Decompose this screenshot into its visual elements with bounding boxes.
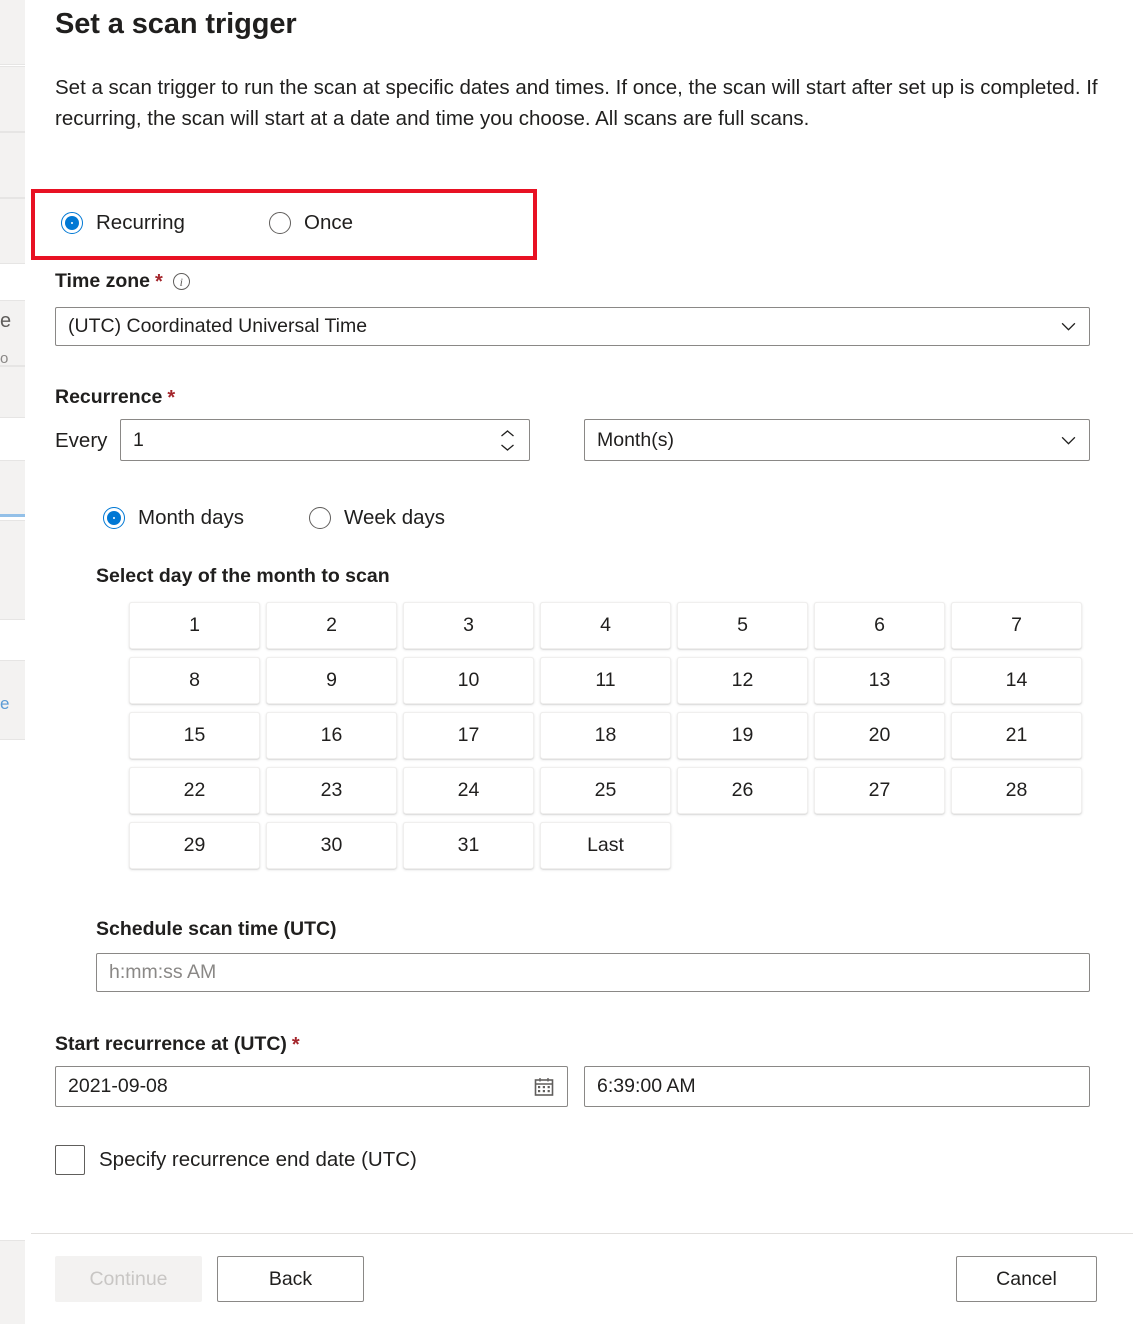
recurrence-interval-spinner[interactable]: 1 [120, 419, 530, 461]
day-cell[interactable]: 13 [814, 657, 945, 704]
continue-button[interactable]: Continue [55, 1256, 202, 1302]
info-icon[interactable]: i [172, 273, 190, 290]
time-zone-dropdown[interactable]: (UTC) Coordinated Universal Time [55, 307, 1090, 346]
day-cell[interactable]: 31 [403, 822, 534, 869]
specify-end-date-label: Specify recurrence end date (UTC) [99, 1148, 417, 1171]
calendar-icon[interactable] [533, 1076, 555, 1098]
day-cell[interactable]: 14 [951, 657, 1082, 704]
page-description: Set a scan trigger to run the scan at sp… [55, 76, 1098, 130]
radio-dot-icon [103, 507, 125, 529]
day-cell[interactable]: 16 [266, 712, 397, 759]
day-cell[interactable]: 12 [677, 657, 808, 704]
day-cell[interactable]: 8 [129, 657, 260, 704]
panel-body: Set a scan trigger Set a scan trigger to… [31, 0, 1133, 1233]
recurrence-unit-value: Month(s) [597, 428, 674, 451]
required-asterisk: * [291, 1033, 300, 1056]
required-asterisk: * [155, 270, 163, 293]
day-cell[interactable]: 20 [814, 712, 945, 759]
radio-once[interactable]: Once [269, 211, 353, 235]
chevron-down-icon [1060, 432, 1077, 449]
specify-end-date-checkbox[interactable]: Specify recurrence end date (UTC) [55, 1145, 417, 1175]
radio-once-label: Once [304, 211, 353, 234]
day-cell[interactable]: 2 [266, 602, 397, 649]
day-cell[interactable]: 11 [540, 657, 671, 704]
screen-root: e o e Set a scan trigger Set a scan trig… [0, 0, 1133, 1324]
radio-dot-icon [269, 212, 291, 234]
day-cell[interactable]: 18 [540, 712, 671, 759]
chevron-down-icon [500, 444, 514, 451]
day-cell[interactable]: Last [540, 822, 671, 869]
chevron-up-icon [500, 429, 514, 436]
recurrence-label-text: Recurrence [55, 386, 163, 408]
start-recurrence-label-text: Start recurrence at (UTC) [55, 1033, 287, 1055]
scan-trigger-panel: Set a scan trigger Set a scan trigger to… [31, 0, 1133, 1324]
radio-month-days-label: Month days [138, 506, 244, 529]
month-days-heading: Select day of the month to scan [96, 565, 390, 587]
start-recurrence-label: Start recurrence at (UTC) * [55, 1033, 300, 1056]
schedule-scan-time-label: Schedule scan time (UTC) [96, 918, 337, 940]
day-cell[interactable]: 10 [403, 657, 534, 704]
schedule-scan-time-placeholder: h:mm:ss AM [109, 961, 217, 983]
day-cell[interactable]: 23 [266, 767, 397, 814]
radio-dot-icon [61, 212, 83, 234]
day-cell[interactable]: 25 [540, 767, 671, 814]
required-asterisk: * [167, 386, 176, 409]
radio-dot-icon [309, 507, 331, 529]
time-zone-label-text: Time zone [55, 270, 150, 292]
radio-week-days[interactable]: Week days [309, 506, 445, 530]
day-cell[interactable]: 19 [677, 712, 808, 759]
background-page-strip: e o e [0, 0, 31, 1324]
recurrence-label: Recurrence * [55, 386, 175, 409]
background-text-fragment: e [0, 310, 12, 332]
start-recurrence-date-value: 2021-09-08 [68, 1075, 168, 1097]
day-cell[interactable]: 21 [951, 712, 1082, 759]
checkbox-box-icon [55, 1145, 85, 1175]
dialog-footer: Continue Back Cancel [31, 1233, 1133, 1324]
day-cell[interactable]: 7 [951, 602, 1082, 649]
day-cell[interactable]: 24 [403, 767, 534, 814]
day-cell[interactable]: 29 [129, 822, 260, 869]
day-cell[interactable]: 3 [403, 602, 534, 649]
spinner-arrows[interactable] [497, 429, 517, 452]
recurrence-unit-dropdown[interactable]: Month(s) [584, 419, 1090, 461]
time-zone-value: (UTC) Coordinated Universal Time [68, 315, 368, 337]
radio-week-days-label: Week days [344, 506, 446, 529]
background-link-fragment[interactable]: e [0, 694, 26, 714]
start-recurrence-time-value: 6:39:00 AM [597, 1075, 696, 1097]
start-recurrence-time-input[interactable]: 6:39:00 AM [584, 1066, 1090, 1107]
day-cell[interactable]: 28 [951, 767, 1082, 814]
day-cell[interactable]: 15 [129, 712, 260, 759]
day-cell[interactable]: 9 [266, 657, 397, 704]
day-cell[interactable]: 1 [129, 602, 260, 649]
day-cell[interactable]: 26 [677, 767, 808, 814]
day-cell[interactable]: 22 [129, 767, 260, 814]
day-cell[interactable]: 5 [677, 602, 808, 649]
day-cell[interactable]: 4 [540, 602, 671, 649]
radio-recurring-label: Recurring [96, 211, 185, 234]
chevron-down-icon [1060, 318, 1077, 335]
day-cell[interactable]: 17 [403, 712, 534, 759]
every-label: Every [55, 429, 108, 452]
back-button[interactable]: Back [217, 1256, 364, 1302]
background-divider [0, 514, 26, 517]
recurrence-interval-value: 1 [133, 428, 144, 451]
page-title: Set a scan trigger [55, 8, 297, 40]
day-cell[interactable]: 27 [814, 767, 945, 814]
radio-recurring[interactable]: Recurring [61, 211, 185, 235]
start-recurrence-date-input[interactable]: 2021-09-08 [55, 1066, 568, 1107]
background-text-fragment: o [0, 350, 9, 367]
day-cell[interactable]: 6 [814, 602, 945, 649]
day-cell[interactable]: 30 [266, 822, 397, 869]
month-day-grid: 1 2 3 4 5 6 7 8 9 10 11 12 13 14 15 16 17 18 19 20 21 22 23 24 2… [126, 598, 1082, 873]
cancel-button[interactable]: Cancel [956, 1256, 1097, 1302]
radio-month-days[interactable]: Month days [103, 506, 244, 530]
schedule-scan-time-input[interactable]: h:mm:ss AM [96, 953, 1090, 992]
time-zone-label: Time zone * i [55, 270, 190, 293]
